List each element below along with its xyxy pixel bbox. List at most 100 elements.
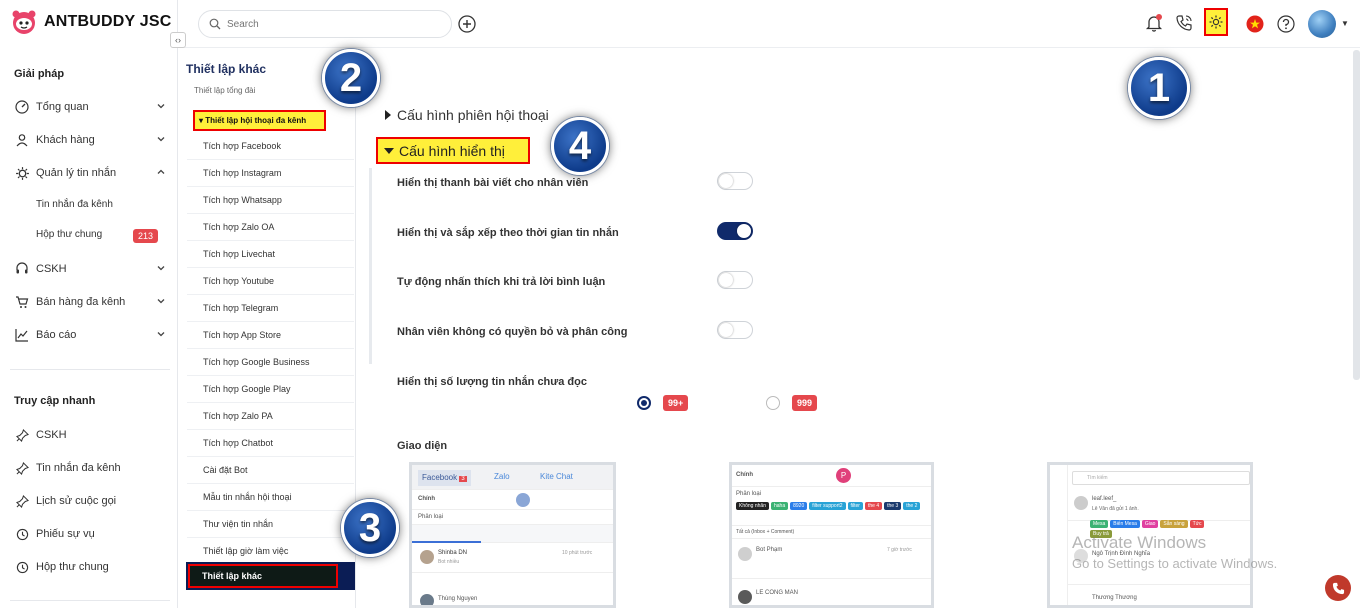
settings-item[interactable]: Tích hợp Google Business: [187, 349, 354, 376]
thumb-text: Bot nhiều: [438, 559, 460, 565]
settings-item[interactable]: Tích hợp Zalo OA: [187, 214, 354, 241]
nav-item-message-management[interactable]: Quản lý tin nhắn: [14, 163, 170, 183]
section-title: Cấu hình phiên hội thoại: [397, 107, 549, 123]
pin-icon: [14, 427, 30, 443]
settings-item[interactable]: Thư viện tin nhắn: [187, 511, 354, 538]
thumb-text: leaf.leef_: [1092, 496, 1117, 502]
chevron-down-icon: [156, 134, 166, 144]
settings-item[interactable]: Tích hợp Livechat: [187, 241, 354, 268]
settings-item[interactable]: Tích hợp Youtube: [187, 268, 354, 295]
toggle-sort-by-time[interactable]: [717, 222, 753, 240]
settings-item[interactable]: Tích hợp Instagram: [187, 160, 354, 187]
nav-item-cskh[interactable]: CSKH: [14, 259, 170, 279]
quick-item-shared-inbox[interactable]: Hộp thư chung: [14, 557, 170, 577]
call-fab-button[interactable]: [1325, 575, 1351, 601]
nav-item-omnichannel-sales[interactable]: Bán hàng đa kênh: [14, 292, 170, 312]
settings-item-partial[interactable]: Thiết lập tổng đài: [194, 86, 344, 96]
settings-item[interactable]: Tích hợp Facebook: [187, 133, 354, 160]
help-icon[interactable]: [1277, 15, 1295, 33]
thumb-search: Tìm kiếm: [1072, 471, 1250, 485]
page-title: Thiết lập khác: [186, 62, 267, 76]
nav-label: Khách hàng: [36, 134, 95, 146]
toggle-no-assign-permission[interactable]: [717, 321, 753, 339]
chevron-down-icon: [156, 296, 166, 306]
search-input[interactable]: [227, 18, 427, 30]
theme-option-2[interactable]: Chính P Phân loại Không nhãn haha 8920 filt…: [729, 462, 934, 608]
section-conversation-config[interactable]: Cấu hình phiên hội thoại: [384, 107, 549, 123]
thumb-channel-tabs: [412, 525, 613, 543]
settings-item[interactable]: Tích hợp Whatsapp: [187, 187, 354, 214]
nav-item-overview[interactable]: Tổng quan: [14, 97, 170, 117]
page-scrollbar[interactable]: [1353, 50, 1360, 380]
thumb-tag: Tức: [1189, 520, 1205, 528]
thumb-text: 10 phút trước: [562, 550, 593, 556]
thumb-text: Shinba DN: [438, 550, 468, 556]
caret-down-icon[interactable]: ▼: [1341, 19, 1349, 28]
toggle-auto-like[interactable]: [717, 271, 753, 289]
quick-item-cskh[interactable]: CSKH: [14, 425, 170, 445]
settings-item-active[interactable]: Thiết lập khác: [186, 562, 355, 590]
search-box[interactable]: [198, 10, 452, 38]
toggle-post-bar[interactable]: [717, 172, 753, 190]
chevron-up-icon: [156, 167, 166, 177]
thumb-tab-facebook: Facebook 3: [418, 470, 471, 486]
radio-99plus[interactable]: [637, 396, 651, 410]
quick-item-tickets[interactable]: Phiếu sự vụ: [14, 524, 170, 544]
activation-watermark-title: Activate Windows: [1072, 533, 1207, 552]
sub-item-shared-inbox[interactable]: Hộp thư chung: [36, 229, 102, 240]
thumb-tag: filter: [847, 502, 863, 510]
toggle-knob: [737, 224, 751, 238]
quick-access-title: Truy cập nhanh: [14, 395, 96, 407]
settings-item[interactable]: Tích hợp Chatbot: [187, 430, 354, 457]
pin-icon: [14, 493, 30, 509]
add-button[interactable]: [458, 15, 476, 33]
settings-item[interactable]: Tích hợp Telegram: [187, 295, 354, 322]
thumb-text: Phân loại: [736, 491, 762, 497]
settings-item[interactable]: Cài đặt Bot: [187, 457, 354, 484]
thumb-tag: Giao: [1141, 520, 1159, 528]
sidebar-collapse-button[interactable]: ‹›: [170, 32, 186, 48]
app-logo[interactable]: ANTBUDDY JSC: [10, 8, 171, 36]
thumb-contact: Shinba DN Bot nhiều 10 phút trước: [412, 545, 613, 573]
settings-item[interactable]: Thiết lập giờ làm việc: [187, 538, 354, 565]
settings-item[interactable]: Mẫu tin nhắn hội thoại: [187, 484, 354, 511]
bell-icon[interactable]: [1145, 13, 1163, 33]
vietnam-flag-icon[interactable]: [1246, 15, 1264, 33]
quick-item-multichannel[interactable]: Tin nhắn đa kênh: [14, 458, 170, 478]
thumb-contact: leaf.leef_ Lê Văn đã gửi 1 ảnh.: [1068, 493, 1250, 521]
quick-item-call-history[interactable]: Lịch sử cuộc gọi: [14, 491, 170, 511]
search-icon: [209, 18, 221, 30]
antbuddy-logo-icon: [12, 10, 36, 34]
unread-count-badge: 213: [133, 229, 158, 243]
sub-item-multichannel[interactable]: Tin nhắn đa kênh: [36, 199, 113, 210]
thumb-tag: the 3: [884, 502, 902, 510]
thumb-contact: Thùng Nguyen: [412, 589, 613, 605]
quick-label: Lịch sử cuộc gọi: [36, 495, 117, 507]
section-display-config[interactable]: Cấu hình hiển thị: [376, 137, 530, 164]
thumb-tag: the 2: [903, 502, 921, 510]
thumb-avatar: [516, 493, 530, 507]
thumb-text: Thương Thương: [1092, 595, 1137, 601]
avatar[interactable]: [1308, 10, 1336, 38]
settings-item[interactable]: Tích hợp Zalo PA: [187, 403, 354, 430]
thumb-contact: Thương Thương: [1068, 591, 1250, 605]
theme-option-1[interactable]: Facebook 3 Zalo Kite Chat Chính Phân loạ…: [409, 462, 616, 608]
chart-icon: [14, 327, 30, 343]
pin-icon: [14, 460, 30, 476]
settings-item[interactable]: Tích hợp Google Play: [187, 376, 354, 403]
phone-call-icon[interactable]: [1174, 13, 1194, 33]
settings-item[interactable]: Tích hợp App Store: [187, 322, 354, 349]
nav-item-reports[interactable]: Báo cáo: [14, 325, 170, 345]
radio-999[interactable]: [766, 396, 780, 410]
chevron-down-icon: [156, 101, 166, 111]
badge-999: 999: [792, 395, 818, 411]
message-gear-icon: [14, 165, 30, 181]
clock-icon: [14, 526, 30, 542]
settings-button[interactable]: [1204, 8, 1228, 36]
toggle-knob: [719, 323, 733, 337]
settings-item-multichannel-conversation[interactable]: ▾ Thiết lập hội thoại đa kênh: [193, 110, 326, 131]
chevron-down-icon: [156, 329, 166, 339]
user-icon: [14, 132, 30, 148]
nav-item-customers[interactable]: Khách hàng: [14, 130, 170, 150]
sidebar-divider: [10, 600, 170, 601]
